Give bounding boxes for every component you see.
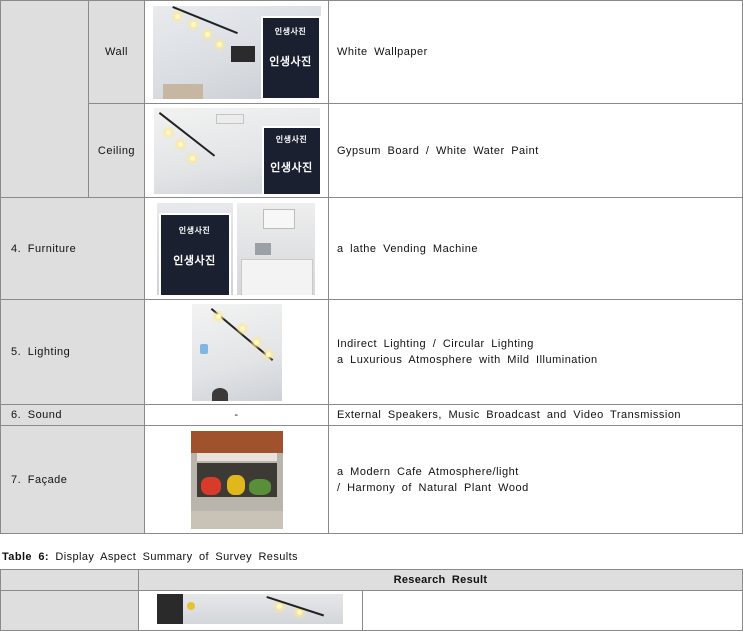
facade-line-1: a Modern Cafe Atmosphere/light — [337, 465, 519, 478]
table-row: 4. Furniture 인생사진 인생사진 a lathe Vending M… — [0, 197, 743, 300]
table-caption: Table 6: Display Aspect Summary of Surve… — [2, 551, 298, 563]
summary-photo-cell — [138, 590, 363, 631]
row-label-wall: Wall — [88, 0, 145, 104]
table-row: Wall 인생사진 인생사진 White Wallpaper — [0, 0, 743, 198]
photo-cell-sound: - — [144, 404, 329, 426]
description-facade: a Modern Cafe Atmosphere/light / Harmony… — [328, 425, 743, 534]
summary-photo — [157, 594, 343, 624]
sign-text-top: 인생사진 — [274, 26, 307, 36]
row-label-sound: 6. Sound — [0, 404, 145, 426]
table-row: 7. Façade a Modern Cafe Atmosphere/light… — [0, 425, 743, 534]
description-wall: White Wallpaper — [328, 0, 743, 104]
sign-text-top: 인생사진 — [178, 225, 211, 235]
description-sound: External Speakers, Music Broadcast and V… — [328, 404, 743, 426]
photo-cell-lighting — [144, 299, 329, 405]
header-blank-cell — [0, 569, 139, 591]
table-row: 6. Sound - External Speakers, Music Broa… — [0, 404, 743, 426]
ceiling-photo: 인생사진 인생사진 — [153, 107, 320, 194]
description-ceiling: Gypsum Board / White Water Paint — [328, 103, 743, 198]
photo-cell-furniture: 인생사진 인생사진 — [144, 197, 329, 300]
sign-text-top: 인생사진 — [275, 134, 308, 144]
table-row — [0, 590, 743, 631]
description-furniture: a lathe Vending Machine — [328, 197, 743, 300]
table-row: 5. Lighting Indirect Lighting / Circular… — [0, 299, 743, 405]
summary-label-cell — [0, 590, 139, 631]
photo-cell-wall: 인생사진 인생사진 — [144, 0, 329, 104]
photo-cell-ceiling: 인생사진 인생사진 — [144, 103, 329, 198]
sign-text-main: 인생사진 — [173, 253, 216, 267]
furniture-photo-counter — [236, 202, 315, 295]
sign-text-main: 인생사진 — [270, 160, 313, 174]
summary-desc-cell — [362, 590, 743, 631]
photo-cell-facade — [144, 425, 329, 534]
facade-photo — [190, 430, 283, 529]
table-header: Research Result — [138, 569, 743, 591]
table-caption-text: Display Aspect Summary of Survey Results — [55, 551, 298, 563]
facade-line-2: / Harmony of Natural Plant Wood — [337, 481, 529, 494]
summary-table: Research Result — [0, 569, 743, 631]
row-label-furniture: 4. Furniture — [0, 197, 145, 300]
furniture-photo-vending: 인생사진 인생사진 — [156, 202, 233, 295]
table-row: Ceiling 인생사진 인생사진 Gypsum Board / White W… — [1, 103, 743, 198]
survey-table: Wall 인생사진 인생사진 White Wallpaper Ceiling 인… — [0, 0, 743, 534]
row-label-facade: 7. Façade — [0, 425, 145, 534]
sign-text-main: 인생사진 — [269, 54, 312, 68]
group-label-cell — [0, 0, 89, 198]
row-label-ceiling: Ceiling — [88, 103, 145, 198]
table-caption-label: Table 6: — [2, 551, 49, 563]
table-header-row: Research Result — [0, 569, 743, 591]
lighting-line-1: Indirect Lighting / Circular Lighting — [337, 338, 534, 350]
lighting-photo — [191, 303, 282, 401]
wall-photo: 인생사진 인생사진 — [152, 5, 321, 99]
description-lighting: Indirect Lighting / Circular Lighting a … — [328, 299, 743, 405]
lighting-line-2: a Luxurious Atmosphere with Mild Illumin… — [337, 354, 598, 366]
row-label-lighting: 5. Lighting — [0, 299, 145, 405]
